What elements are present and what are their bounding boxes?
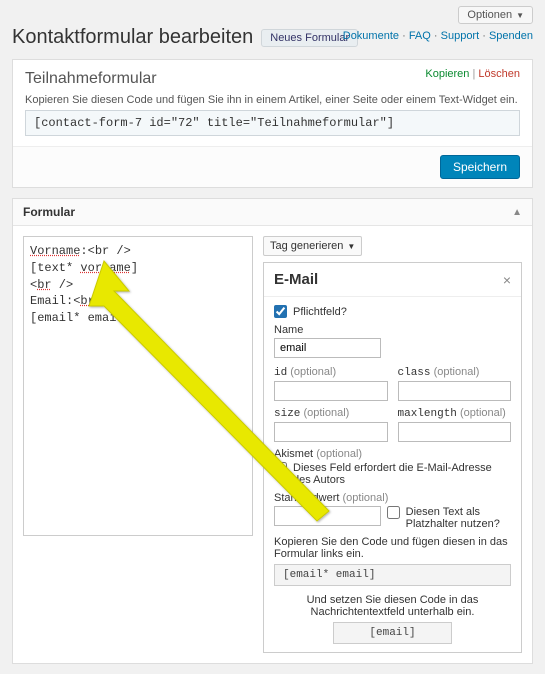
akismet-checkbox[interactable]: [274, 462, 287, 475]
class-field[interactable]: [398, 381, 512, 401]
id-field[interactable]: [274, 381, 388, 401]
screen-options-button[interactable]: Optionen ▼: [458, 6, 533, 24]
maxlength-field[interactable]: [398, 422, 512, 442]
close-icon[interactable]: ×: [503, 272, 511, 288]
shortcode-field[interactable]: [25, 110, 520, 136]
form-section: Formular ▲ Vorname:<br />[text* vorname]…: [12, 198, 533, 664]
placeholder-checkbox[interactable]: [387, 506, 400, 519]
chevron-down-icon: ▼: [347, 242, 355, 251]
shortcode-desc: Kopieren Sie diesen Code und fügen Sie i…: [25, 94, 520, 106]
chevron-down-icon: ▼: [516, 11, 524, 20]
save-button[interactable]: Speichern: [440, 155, 520, 179]
form-editor[interactable]: Vorname:<br />[text* vorname]<br />Email…: [23, 236, 253, 536]
size-field[interactable]: [274, 422, 388, 442]
default-field[interactable]: [274, 506, 381, 526]
faq-link[interactable]: FAQ: [409, 30, 431, 42]
message-code-desc: Und setzen Sie diesen Code in das Nachri…: [274, 594, 511, 618]
form-code-output[interactable]: [email* email]: [274, 564, 511, 586]
name-label: Name: [274, 324, 511, 336]
collapse-toggle-icon[interactable]: ▲: [512, 207, 522, 218]
section-title: Formular: [23, 205, 75, 219]
required-checkbox[interactable]: [274, 305, 287, 318]
support-link[interactable]: Support: [441, 30, 480, 42]
delete-link[interactable]: Löschen: [478, 68, 520, 80]
help-links: Dokumente · FAQ · Support · Spenden: [343, 30, 533, 42]
tag-generator-dropdown[interactable]: Tag generieren ▼: [263, 236, 362, 256]
tag-generator-panel: E-Mail × Pflichtfeld? Name id: [263, 262, 522, 653]
copy-code-desc: Kopieren Sie den Code und fügen diesen i…: [274, 536, 511, 560]
form-info-panel: Teilnahmeformular Kopieren | Löschen Kop…: [12, 59, 533, 188]
tag-type-title: E-Mail: [274, 271, 318, 288]
name-field[interactable]: [274, 338, 381, 358]
required-label: Pflichtfeld?: [293, 306, 347, 318]
options-label: Optionen: [467, 9, 512, 21]
copy-link[interactable]: Kopieren: [425, 68, 469, 80]
message-code-output[interactable]: [email]: [333, 622, 452, 644]
doc-link[interactable]: Dokumente: [343, 30, 399, 42]
placeholder-desc: Diesen Text als Platzhalter nutzen?: [406, 506, 511, 530]
akismet-desc: Dieses Feld erfordert die E-Mail-Adresse…: [293, 462, 511, 486]
donate-link[interactable]: Spenden: [489, 30, 533, 42]
